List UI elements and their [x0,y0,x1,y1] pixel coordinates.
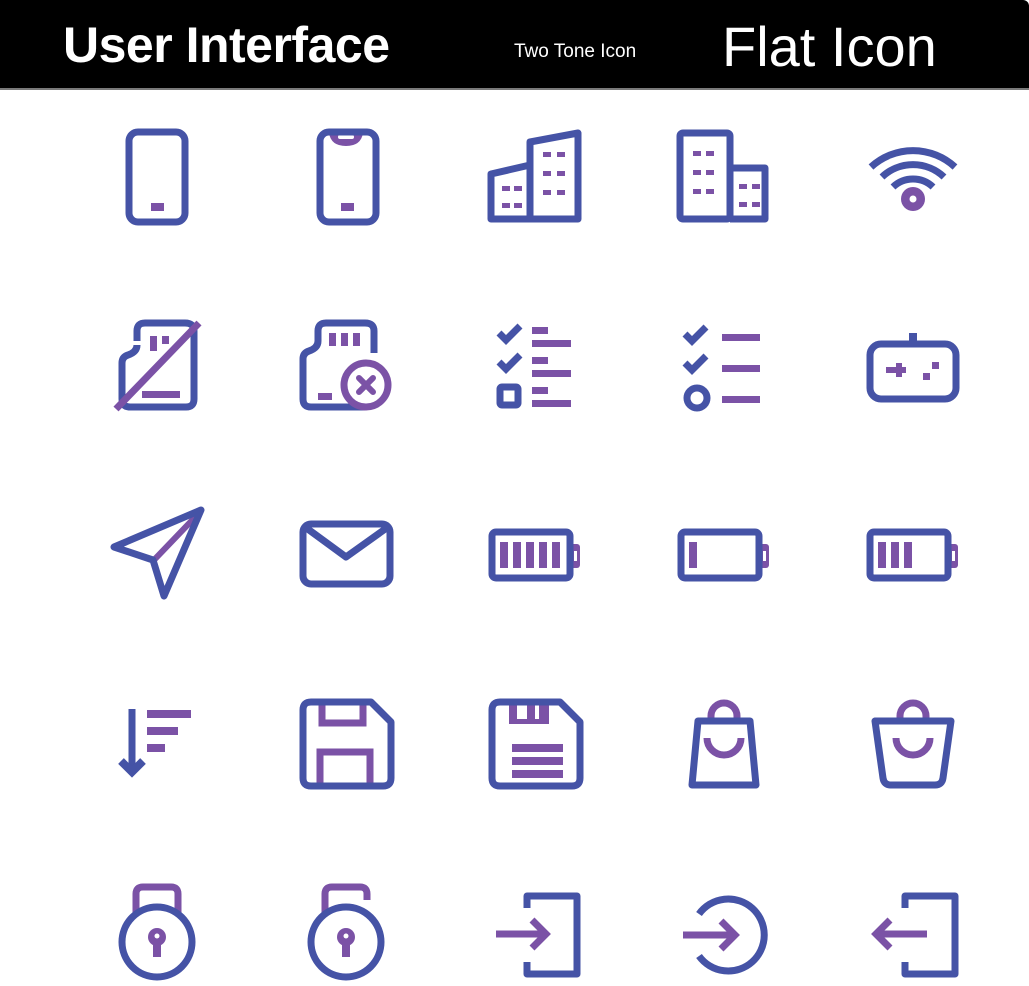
battery-medium-icon [858,500,968,610]
gamepad-icon [858,311,968,421]
battery-level-bar [891,542,899,568]
battery-full-icon [480,500,590,610]
checklist-lines-icon [669,311,779,421]
wifi-icon [858,121,968,231]
battery-level-bar [689,542,697,568]
header-banner: User Interface Two Tone Icon Flat Icon [0,0,1029,90]
smartphone-icon [102,121,212,231]
battery-level-bar [878,542,886,568]
battery-level-bar [552,542,560,568]
sign-in-circle-icon [669,876,779,986]
page-subtitle: Two Tone Icon [514,41,637,62]
shopping-basket-icon [858,688,968,798]
page-title: User Interface [63,17,390,73]
send-icon [102,500,212,610]
battery-level-bar [526,542,534,568]
login-icon [480,876,590,986]
sd-card-remove-icon [291,311,401,421]
logout-icon [858,876,968,986]
smartphone-notch-icon [291,121,401,231]
battery-level-bar [904,542,912,568]
checklist-boxes-icon [480,311,590,421]
buildings-icon [669,121,779,231]
style-title: Flat Icon [722,15,937,78]
floppy-document-icon [480,688,590,798]
battery-level-bar [539,542,547,568]
sd-card-off-icon [102,311,212,421]
lock-unlocked-icon [291,876,401,986]
buildings-slanted-icon [480,121,590,231]
battery-low-icon [669,500,779,610]
sort-descending-icon [102,688,212,798]
shopping-bag-icon [669,688,779,798]
battery-level-bar [500,542,508,568]
mail-icon [291,500,401,610]
battery-level-bar [513,542,521,568]
floppy-save-icon [291,688,401,798]
lock-locked-icon [102,876,212,986]
